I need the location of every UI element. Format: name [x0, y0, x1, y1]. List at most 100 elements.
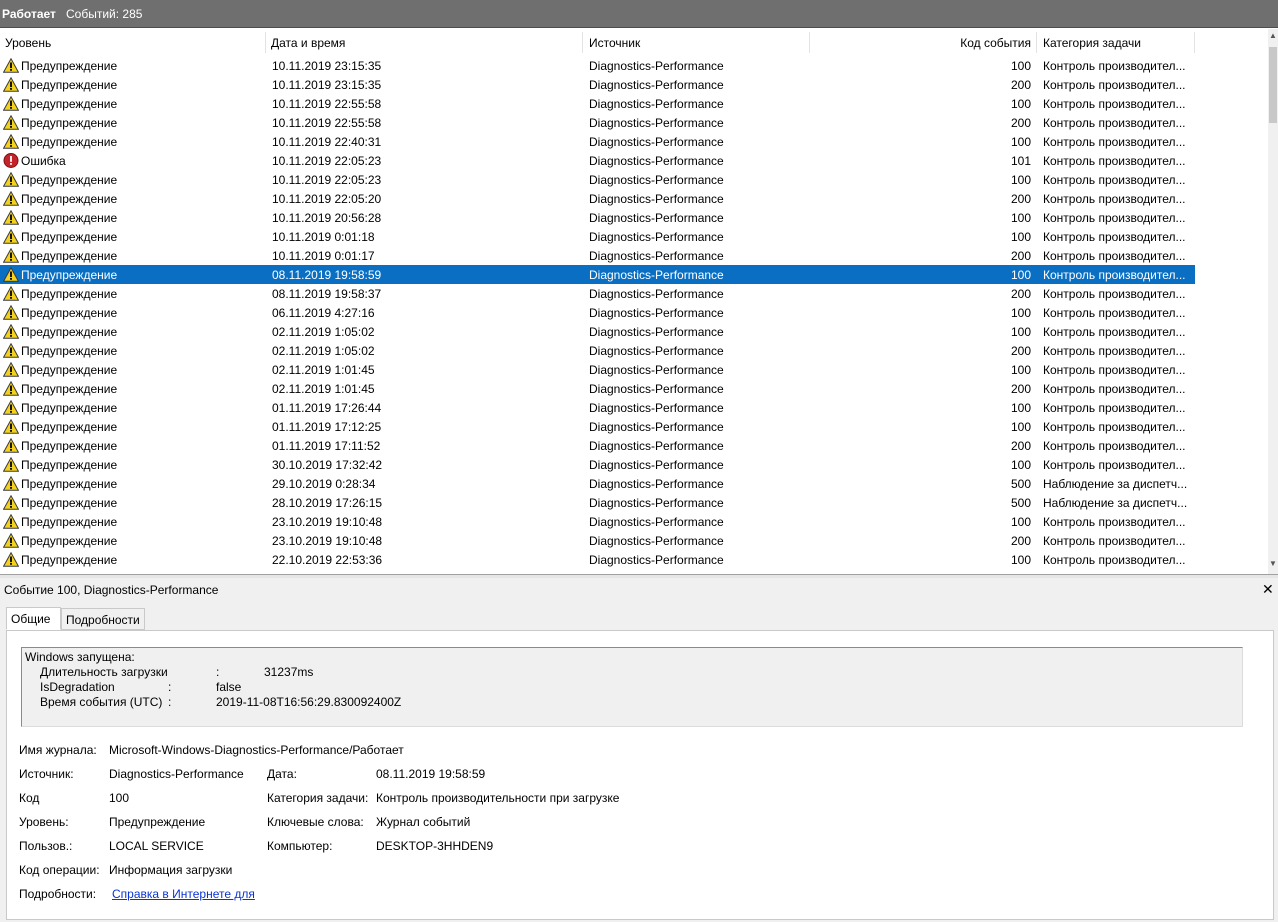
category-cell: Контроль производител... — [1043, 78, 1186, 92]
column-header-level[interactable]: Уровень — [5, 36, 51, 50]
log-name-value: Microsoft-Windows-Diagnostics-Performanc… — [109, 743, 404, 757]
event-id-cell: 100 — [1010, 420, 1031, 434]
events-grid[interactable]: Уровень Дата и время Источник Код событи… — [0, 29, 1278, 574]
scroll-down-icon[interactable]: ▼ — [1269, 559, 1277, 568]
scroll-thumb[interactable] — [1269, 47, 1277, 123]
event-code-value: 100 — [109, 791, 130, 805]
event-id-cell: 200 — [1010, 116, 1031, 130]
source-cell: Diagnostics-Performance — [589, 78, 724, 92]
table-row[interactable]: Предупреждение 02.11.2019 1:01:45 Diagnost… — [0, 360, 1195, 379]
source-cell: Diagnostics-Performance — [589, 363, 724, 377]
table-row[interactable]: Предупреждение 10.11.2019 22:55:58 Diagnos… — [0, 113, 1195, 132]
column-divider[interactable] — [1036, 32, 1037, 53]
table-row[interactable]: Предупреждение 23.10.2019 19:10:48 Diagnos… — [0, 512, 1195, 531]
table-row[interactable]: Предупреждение 06.11.2019 4:27:16 Diagnost… — [0, 303, 1195, 322]
date-cell: 23.10.2019 19:10:48 — [272, 515, 383, 529]
warning-icon — [2, 323, 20, 339]
level-cell: Предупреждение — [21, 515, 118, 529]
event-id-cell: 100 — [1010, 401, 1031, 415]
table-row[interactable]: Предупреждение 23.10.2019 19:10:48 Diagnos… — [0, 531, 1195, 550]
warning-icon — [2, 209, 20, 225]
source-cell: Diagnostics-Performance — [589, 135, 724, 149]
warning-icon — [2, 133, 20, 149]
event-detail-title: Событие 100, Diagnostics-Performance — [4, 583, 219, 597]
event-id-cell: 200 — [1010, 249, 1031, 263]
category-cell: Контроль производител... — [1043, 116, 1186, 130]
message-boot-value: 31237ms — [264, 665, 314, 679]
task-category-value: Контроль производительности при загрузке — [376, 791, 620, 805]
general-tab-panel: Windows запущена: Длительность загрузки … — [6, 630, 1274, 920]
tab-general[interactable]: Общие — [6, 607, 61, 630]
table-row[interactable]: Предупреждение 10.11.2019 0:01:18 Diagnost… — [0, 227, 1195, 246]
table-row[interactable]: Предупреждение 10.11.2019 0:01:17 Diagnost… — [0, 246, 1195, 265]
tab-details[interactable]: Подробности — [61, 608, 145, 630]
events-count: Событий: 285 — [66, 7, 143, 21]
level-cell: Предупреждение — [21, 116, 118, 130]
source-cell: Diagnostics-Performance — [589, 192, 724, 206]
column-header-event-id[interactable]: Код события — [900, 36, 1031, 50]
table-row[interactable]: Предупреждение 02.11.2019 1:05:02 Diagnost… — [0, 341, 1195, 360]
table-row[interactable]: Предупреждение 08.11.2019 19:58:37 Diagnos… — [0, 284, 1195, 303]
table-row[interactable]: Предупреждение 29.10.2019 0:28:34 Diagnost… — [0, 474, 1195, 493]
table-row[interactable]: Предупреждение 30.10.2019 17:32:42 Diagnos… — [0, 455, 1195, 474]
date-cell: 02.11.2019 1:01:45 — [272, 382, 375, 396]
table-row[interactable]: Предупреждение 10.11.2019 23:15:35 Diagnos… — [0, 56, 1195, 75]
warning-icon — [2, 494, 20, 510]
table-row[interactable]: Предупреждение 10.11.2019 22:40:31 Diagnos… — [0, 132, 1195, 151]
table-row[interactable]: Предупреждение 02.11.2019 1:05:02 Diagnost… — [0, 322, 1195, 341]
close-icon[interactable]: ✕ — [1262, 581, 1274, 598]
table-row[interactable]: Предупреждение 22.10.2019 22:53:36 Diagnos… — [0, 550, 1195, 569]
column-divider[interactable] — [265, 32, 266, 53]
table-row[interactable]: Предупреждение 01.11.2019 17:12:25 Diagnos… — [0, 417, 1195, 436]
source-cell: Diagnostics-Performance — [589, 97, 724, 111]
warning-icon — [2, 513, 20, 529]
column-header-category[interactable]: Категория задачи — [1043, 36, 1141, 50]
more-info-label: Подробности: — [19, 887, 97, 901]
event-id-cell: 100 — [1010, 515, 1031, 529]
event-id-cell: 500 — [1010, 496, 1031, 510]
user-value: LOCAL SERVICE — [109, 839, 204, 853]
message-heading: Windows запущена: — [25, 650, 135, 664]
category-cell: Наблюдение за диспетч... — [1043, 496, 1188, 510]
column-divider[interactable] — [1194, 32, 1195, 53]
scroll-up-icon[interactable]: ▲ — [1269, 31, 1277, 40]
keywords-value: Журнал событий — [376, 815, 471, 829]
table-row[interactable]: Предупреждение 10.11.2019 23:15:35 Diagnos… — [0, 75, 1195, 94]
date-cell: 10.11.2019 22:40:31 — [272, 135, 382, 149]
column-divider[interactable] — [809, 32, 810, 53]
level-cell: Предупреждение — [21, 97, 118, 111]
column-header-source[interactable]: Источник — [589, 36, 640, 50]
date-cell: 10.11.2019 22:05:20 — [272, 192, 382, 206]
error-icon — [3, 153, 19, 168]
level-cell: Предупреждение — [21, 496, 118, 510]
level-cell: Предупреждение — [21, 78, 118, 92]
table-row[interactable]: Предупреждение 02.11.2019 1:01:45 Diagnost… — [0, 379, 1195, 398]
level-cell: Предупреждение — [21, 192, 118, 206]
table-row[interactable]: Предупреждение 10.11.2019 22:05:23 Diagnos… — [0, 170, 1195, 189]
event-id-cell: 200 — [1010, 78, 1031, 92]
event-id-cell: 100 — [1010, 268, 1031, 282]
warning-icon — [2, 190, 20, 206]
table-row[interactable]: Предупреждение 08.11.2019 19:58:59 Diagnos… — [0, 265, 1195, 284]
vertical-scrollbar[interactable]: ▲ ▼ — [1268, 29, 1278, 574]
source-cell: Diagnostics-Performance — [589, 268, 724, 282]
source-cell: Diagnostics-Performance — [589, 344, 724, 358]
date-cell: 10.11.2019 22:55:58 — [272, 116, 382, 130]
column-divider[interactable] — [582, 32, 583, 53]
table-row[interactable]: Предупреждение 10.11.2019 22:05:20 Diagnos… — [0, 189, 1195, 208]
category-cell: Контроль производител... — [1043, 268, 1186, 282]
table-row[interactable]: Предупреждение 10.11.2019 20:56:28 Diagnos… — [0, 208, 1195, 227]
source-cell: Diagnostics-Performance — [589, 553, 724, 567]
event-id-cell: 500 — [1010, 477, 1031, 491]
event-id-cell: 100 — [1010, 59, 1031, 73]
online-help-link[interactable]: Справка в Интернете для — [112, 887, 255, 901]
event-message-box[interactable]: Windows запущена: Длительность загрузки … — [21, 647, 1243, 727]
column-header-date[interactable]: Дата и время — [271, 36, 345, 50]
table-row[interactable]: Ошибка 10.11.2019 22:05:23 Diagnostics-Per… — [0, 151, 1195, 170]
table-row[interactable]: Предупреждение 28.10.2019 17:26:15 Diagnos… — [0, 493, 1195, 512]
table-row[interactable]: Предупреждение 10.11.2019 22:55:58 Diagnos… — [0, 94, 1195, 113]
table-row[interactable]: Предупреждение 01.11.2019 17:26:44 Diagnos… — [0, 398, 1195, 417]
category-cell: Контроль производител... — [1043, 154, 1186, 168]
table-row[interactable]: Предупреждение 01.11.2019 17:11:52 Diagnos… — [0, 436, 1195, 455]
date-cell: 02.11.2019 1:01:45 — [272, 363, 375, 377]
